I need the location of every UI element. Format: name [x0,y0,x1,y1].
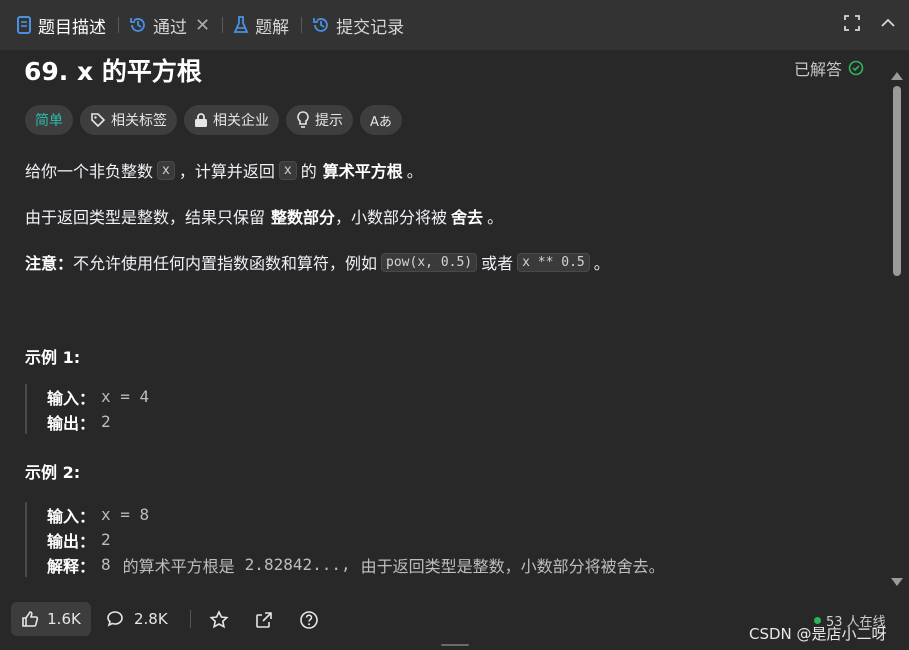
watermark: CSDN @是店小二呀 [749,625,887,643]
problem-title: 69. x 的平方根 [24,57,202,86]
tab-solutions[interactable]: 题解 [233,13,289,38]
text: 或者 [481,254,514,273]
value: 的算术平方根是 [122,556,235,576]
tab-divider [118,17,119,33]
example-input: 输入： x = 4 [47,384,149,409]
like-button[interactable]: 1.6K [11,602,91,636]
difficulty-badge[interactable]: 简单 [25,105,73,135]
tab-bar: 题目描述 通过 ✕ 题解 提交记录 [0,0,909,50]
example-input: 输入： x = 8 [47,502,665,527]
tab-accepted[interactable]: 通过 ✕ [129,13,210,38]
value: x = 8 [101,505,150,524]
example-2-block: 输入： x = 8 输出： 2 解释： 8 的算术平方根是 2.82842...… [25,502,665,577]
value: 2 [101,530,111,549]
text: 由于返回类型是整数，结果只保留 [25,208,266,227]
toolbar-divider [190,610,191,628]
related-tags-button[interactable]: 相关标签 [80,105,177,135]
value: 由于返回类型是整数，小数部分将被舍去。 [360,556,665,576]
label: 输入： [47,506,96,526]
font-size-label: Aあ [370,114,392,130]
check-circle-icon [848,60,864,76]
tab-divider [222,17,224,33]
value: x = 4 [101,387,150,406]
hint-button[interactable]: 提示 [286,105,353,135]
tab-label: 通过 [153,17,187,38]
comment-count: 2.8K [134,610,168,628]
related-tags-label: 相关标签 [111,113,167,129]
tag-row: 简单 相关标签 相关企业 提示 Aあ [25,105,402,135]
help-circle-icon[interactable] [299,610,319,630]
tab-label: 题目描述 [38,17,106,38]
example-output: 输出： 2 [47,527,665,552]
example-2-title: 示例 2: [25,463,81,482]
document-icon [17,16,31,34]
star-icon[interactable] [209,610,229,630]
example-explanation: 解释： 8 的算术平方根是 2.82842..., 由于返回类型是整数，小数部分… [47,552,665,577]
resize-handle[interactable] [441,644,469,646]
example-1-block: 输入： x = 4 输出： 2 [25,384,149,434]
solved-status: 已解答 [794,56,864,80]
share-external-icon[interactable] [254,610,274,630]
close-icon[interactable]: ✕ [195,15,210,36]
tab-submissions[interactable]: 提交记录 [312,13,404,38]
description-paragraph-1: 给你一个非负整数 x ，计算并返回 x 的 算术平方根 。 [25,158,423,182]
related-companies-button[interactable]: 相关企业 [184,105,279,135]
description-paragraph-2: 由于返回类型是整数，结果只保留 整数部分 ，小数部分将被 舍去 。 [25,204,503,228]
inline-code: x ** 0.5 [517,252,590,272]
example-output: 输出： 2 [47,409,149,434]
bold-text: 注意： [25,254,74,273]
text: ，计算并返回 [178,162,275,181]
label: 输入： [47,388,96,408]
lightbulb-icon [297,111,309,128]
text: 。 [406,162,423,181]
value: 2 [101,412,111,431]
comment-button[interactable]: 2.8K [106,602,168,636]
tag-icon [91,113,106,128]
text: 不允许使用任何内置指数函数和算符，例如 [73,254,378,273]
label: 解释： [47,556,96,576]
label: 输出： [47,531,96,551]
text: 给你一个非负整数 [25,162,154,181]
text: ，小数部分将被 [335,208,448,227]
text: 的 [300,162,317,181]
tab-actions [843,14,897,32]
comment-icon [107,611,123,627]
value: 2.82842..., [244,555,351,574]
problem-description: 69. x 的平方根 已解答 简单 相关标签 相关企业 提示 Aあ 给你一个非负… [0,50,888,598]
scroll-up-arrow-icon[interactable] [891,72,903,80]
flask-icon [233,16,249,33]
tab-divider [301,17,303,33]
inline-code: x [278,160,297,180]
bold-text: 舍去 [451,208,484,227]
chevron-up-icon[interactable] [879,14,897,32]
tab-description[interactable]: 题目描述 [16,13,106,38]
related-companies-label: 相关企业 [213,113,269,129]
history-icon [130,18,145,32]
fullscreen-icon[interactable] [843,14,861,32]
lock-icon [195,113,207,127]
label: 输出： [47,413,96,433]
description-note: 注意： 不允许使用任何内置指数函数和算符，例如 pow(x, 0.5) 或者 x… [25,250,610,274]
tab-label: 提交记录 [336,17,405,38]
bold-text: 算术平方根 [322,162,403,181]
history-icon [313,18,328,32]
tab-label: 题解 [255,17,290,38]
difficulty-label: 简单 [35,113,63,129]
bold-text: 整数部分 [271,208,336,227]
hint-label: 提示 [315,113,343,129]
font-size-button[interactable]: Aあ [360,105,402,135]
inline-code: pow(x, 0.5) [381,252,478,272]
scrollbar-thumb[interactable] [893,86,901,276]
scroll-down-arrow-icon[interactable] [891,578,903,586]
example-1-title: 示例 1: [25,348,81,367]
text: 。 [593,254,610,273]
bottom-toolbar: 1.6K 2.8K 53 人在线 CSDN @是店小二呀 [0,598,909,650]
solved-label: 已解答 [794,60,843,79]
value: 8 [101,555,111,574]
inline-code: x [157,160,175,180]
like-count: 1.6K [47,610,81,628]
text: 。 [487,208,504,227]
thumbs-up-icon [22,611,39,627]
